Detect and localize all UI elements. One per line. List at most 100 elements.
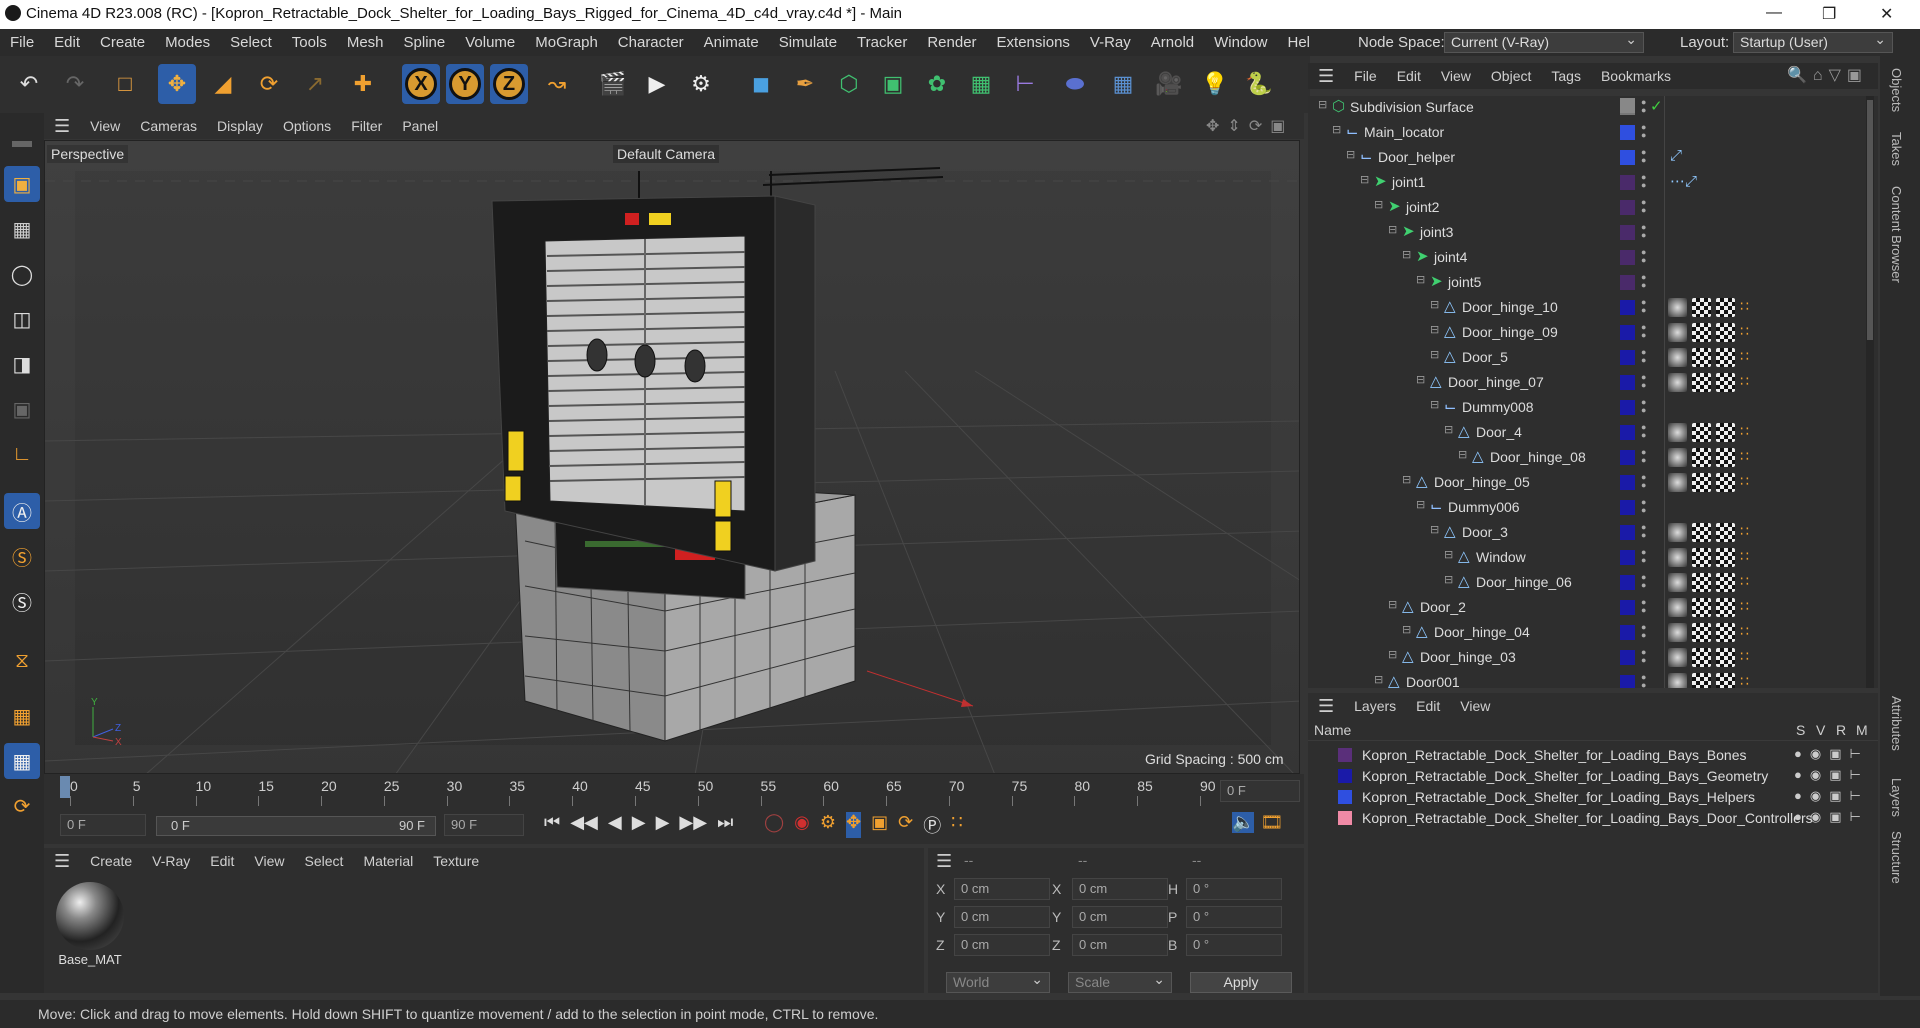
floor-icon[interactable]: ▦ (1104, 64, 1142, 104)
next-frame-icon[interactable]: ▶ (656, 812, 670, 833)
texture-tag-icon[interactable] (1716, 623, 1735, 642)
selection-tag-icon[interactable]: ∷ (1740, 598, 1749, 615)
selection-tag-icon[interactable]: ∷ (1740, 373, 1749, 390)
layer-color-swatch[interactable] (1620, 500, 1635, 515)
texture-tag-icon[interactable] (1692, 598, 1711, 617)
workplane-icon[interactable]: ▦ (4, 698, 40, 734)
menu-mesh[interactable]: Mesh (337, 34, 394, 51)
ik-tag-icon[interactable]: ⋯⤢ (1670, 172, 1697, 190)
visibility-dots[interactable]: ● ● (1641, 648, 1649, 665)
layer-row[interactable]: Kopron_Retractable_Dock_Shelter_for_Load… (1308, 766, 1878, 787)
material-tag-icon[interactable] (1668, 473, 1687, 492)
layer-color-swatch[interactable] (1620, 450, 1635, 465)
object-row[interactable]: ⊟ ⌙ Dummy008 ● ● (1308, 396, 1878, 420)
material-menu-texture[interactable]: Texture (423, 853, 489, 869)
expand-icon[interactable]: ⊟ (1388, 598, 1397, 611)
model-mode-icon[interactable]: ▣ (4, 166, 40, 202)
selection-tag-icon[interactable]: ∷ (1740, 548, 1749, 565)
texture-tag-icon[interactable] (1692, 373, 1711, 392)
object-name[interactable]: joint1 (1392, 174, 1425, 190)
expand-icon[interactable]: ⊟ (1430, 348, 1439, 361)
minimize-icon[interactable]: — (1766, 4, 1782, 22)
scale-tool-icon[interactable]: ◢ (204, 64, 242, 104)
solo-hierarchy-icon[interactable]: Ⓢ (4, 583, 40, 619)
magnet-icon[interactable]: ⧖ (4, 643, 40, 679)
texture-tag-icon[interactable] (1692, 623, 1711, 642)
expand-icon[interactable]: ⊟ (1416, 498, 1425, 511)
expand-icon[interactable]: ⊟ (1430, 523, 1439, 536)
selection-tag-icon[interactable]: ∷ (1740, 423, 1749, 440)
material-menu-edit[interactable]: Edit (200, 853, 244, 869)
object-name[interactable]: joint4 (1434, 249, 1467, 265)
object-name[interactable]: Door_hinge_04 (1434, 624, 1530, 640)
visibility-dots[interactable]: ● ● (1641, 323, 1649, 340)
texture-tag-icon[interactable] (1692, 473, 1711, 492)
object-row[interactable]: ⊟ ⌙ Door_helper ● ● ⤢ (1308, 146, 1878, 170)
keyframe-selection-icon[interactable]: ⚙ (820, 812, 836, 838)
menu-arnold[interactable]: Arnold (1141, 34, 1204, 51)
object-name[interactable]: joint3 (1420, 224, 1453, 240)
object-row[interactable]: ⊟ △ Door_hinge_07 ● ● ∷ (1308, 371, 1878, 395)
visibility-dots[interactable]: ● ● (1641, 498, 1649, 515)
goto-start-icon[interactable]: ⏮ (544, 812, 560, 833)
object-name[interactable]: Door_5 (1462, 349, 1508, 365)
node-space-select[interactable]: Current (V-Ray) (1444, 31, 1644, 53)
object-row[interactable]: ⊟ ⌙ Main_locator ● ● (1308, 121, 1878, 145)
material-hamburger-icon[interactable]: ☰ (44, 851, 80, 872)
layer-color-swatch[interactable] (1338, 790, 1352, 804)
play-icon[interactable]: ▶ (632, 812, 646, 833)
camera-label[interactable]: Default Camera (613, 145, 720, 163)
texture-tag-icon[interactable] (1692, 573, 1711, 592)
sound-icon[interactable]: 🔈 (1232, 812, 1255, 833)
coordinate-system-icon[interactable]: ↝ (538, 64, 576, 104)
menu-render[interactable]: Render (917, 34, 986, 51)
texture-tag-icon[interactable] (1692, 673, 1711, 688)
next-key-icon[interactable]: ▶▶ (679, 812, 707, 833)
coord-value-field[interactable]: 0 cm (954, 906, 1050, 928)
object-row[interactable]: ⊟ ➤ joint1 ● ● ⋯⤢ (1308, 171, 1878, 195)
object-name[interactable]: Door_hinge_10 (1462, 299, 1558, 315)
undo-icon[interactable]: ↶ (10, 64, 48, 104)
selection-tag-icon[interactable]: ∷ (1740, 623, 1749, 640)
recent-tool-icon[interactable]: ↗ (296, 64, 334, 104)
expand-icon[interactable]: ⊟ (1360, 173, 1369, 186)
menu-spline[interactable]: Spline (394, 34, 456, 51)
viewport-menu-panel[interactable]: Panel (392, 118, 448, 134)
visibility-dots[interactable]: ● ● (1641, 98, 1649, 115)
side-tab-takes[interactable]: Takes (1889, 132, 1904, 166)
texture-tag-icon[interactable] (1716, 548, 1735, 567)
mograph-icon[interactable]: ▦ (962, 64, 1000, 104)
selection-tag-icon[interactable]: ∷ (1740, 323, 1749, 340)
layer-color-swatch[interactable] (1338, 811, 1352, 825)
expand-icon[interactable]: ⊟ (1430, 398, 1439, 411)
key-position-icon[interactable]: ✥ (846, 812, 862, 838)
side-tab-content-browser[interactable]: Content Browser (1889, 186, 1904, 283)
texture-tag-icon[interactable] (1692, 523, 1711, 542)
subdivision-icon[interactable]: ⬡ (830, 64, 868, 104)
layer-color-swatch[interactable] (1620, 625, 1635, 640)
light-icon[interactable]: 💡 (1196, 64, 1234, 104)
ik-tag-icon[interactable]: ⤢ (1670, 147, 1682, 164)
menu-v-ray[interactable]: V-Ray (1080, 34, 1141, 51)
object-row[interactable]: ⊟ △ Door_hinge_09 ● ● ∷ (1308, 321, 1878, 345)
object-name[interactable]: Dummy008 (1462, 399, 1534, 415)
material-tag-icon[interactable] (1668, 648, 1687, 667)
key-param-icon[interactable]: Ⓟ (923, 812, 941, 838)
selection-tag-icon[interactable]: ∷ (1740, 348, 1749, 365)
live-selection-icon[interactable]: □ (106, 64, 144, 104)
texture-tag-icon[interactable] (1716, 323, 1735, 342)
side-tab-objects[interactable]: Objects (1889, 68, 1904, 112)
selection-tag-icon[interactable]: ∷ (1740, 298, 1749, 315)
object-row[interactable]: ⊟ △ Door_4 ● ● ∷ (1308, 421, 1878, 445)
layer-name[interactable]: Kopron_Retractable_Dock_Shelter_for_Load… (1362, 747, 1746, 763)
visibility-dots[interactable]: ● ● (1641, 673, 1649, 689)
object-hamburger-icon[interactable]: ☰ (1308, 66, 1344, 87)
texture-tag-icon[interactable] (1716, 423, 1735, 442)
layer-color-swatch[interactable] (1620, 200, 1635, 215)
texture-tag-icon[interactable] (1716, 573, 1735, 592)
layer-color-swatch[interactable] (1620, 275, 1635, 290)
visibility-dots[interactable]: ● ● (1641, 248, 1649, 265)
object-name[interactable]: Window (1476, 549, 1526, 565)
viewport-menu-display[interactable]: Display (207, 118, 273, 134)
layer-color-swatch[interactable] (1620, 225, 1635, 240)
